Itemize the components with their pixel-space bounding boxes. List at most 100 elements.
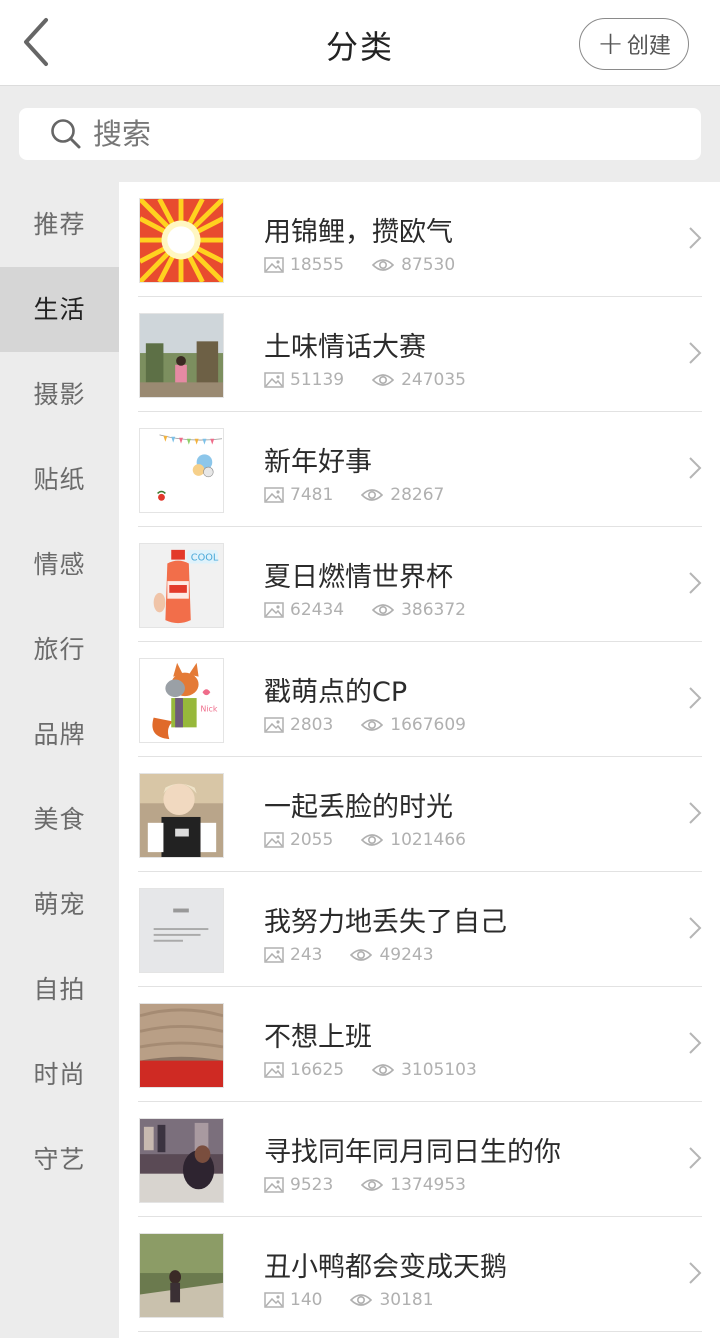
view-count: 386372 <box>401 600 466 620</box>
sidebar-item-photography[interactable]: 摄影 <box>0 352 119 437</box>
image-count: 9523 <box>290 1175 334 1195</box>
topic-title: 用锦鲤，攒欧气 <box>264 217 453 248</box>
topic-stats: 140 30181 <box>264 1290 434 1310</box>
list-item[interactable]: Nick 戳萌点的CP 2803 1667609 <box>119 642 720 757</box>
view-count: 247035 <box>401 370 466 390</box>
topic-stats: 18555 87530 <box>264 255 455 275</box>
topic-list: 用锦鲤，攒欧气 18555 87530 土味情话大赛 51139 247035 … <box>119 182 720 1338</box>
view-count: 30181 <box>379 1290 434 1310</box>
chevron-right-icon <box>689 342 702 364</box>
image-icon <box>264 1177 284 1193</box>
eye-icon <box>350 949 373 961</box>
svg-text:Nick: Nick <box>201 705 218 714</box>
view-count: 87530 <box>401 255 456 275</box>
list-item[interactable]: COOL 夏日燃情世界杯 62434 386372 <box>119 527 720 642</box>
list-item[interactable]: 寻找同年同月同日生的你 9523 1374953 <box>119 1102 720 1217</box>
list-item[interactable]: 用锦鲤，攒欧气 18555 87530 <box>119 182 720 297</box>
sidebar-item-travel[interactable]: 旅行 <box>0 607 119 692</box>
sidebar-item-selfie[interactable]: 自拍 <box>0 947 119 1032</box>
topic-title: 一起丢脸的时光 <box>264 792 453 823</box>
top-bar: 分类 + 创建 <box>0 0 720 86</box>
view-count: 1374953 <box>390 1175 466 1195</box>
list-item[interactable]: 土味情话大赛 51139 247035 <box>119 297 720 412</box>
topic-thumbnail <box>139 198 224 283</box>
view-count: 3105103 <box>401 1060 477 1080</box>
list-item[interactable]: 一起丢脸的时光 2055 1021466 <box>119 757 720 872</box>
topic-title: 夏日燃情世界杯 <box>264 562 453 593</box>
chevron-right-icon <box>689 227 702 249</box>
image-icon <box>264 947 284 963</box>
chevron-right-icon <box>689 1032 702 1054</box>
sidebar-item-brand[interactable]: 品牌 <box>0 692 119 777</box>
sidebar-item-craft[interactable]: 守艺 <box>0 1117 119 1202</box>
topic-stats: 62434 386372 <box>264 600 466 620</box>
list-item[interactable]: 不想上班 16625 3105103 <box>119 987 720 1102</box>
image-count: 140 <box>290 1290 323 1310</box>
list-item[interactable]: 新年好事 7481 28267 <box>119 412 720 527</box>
image-icon <box>264 1062 284 1078</box>
image-icon <box>264 257 284 273</box>
topic-thumbnail <box>139 313 224 398</box>
topic-thumbnail <box>139 428 224 513</box>
topic-thumbnail <box>139 1003 224 1088</box>
topic-stats: 2803 1667609 <box>264 715 466 735</box>
image-icon <box>264 487 284 503</box>
chevron-right-icon <box>689 802 702 824</box>
image-icon <box>264 832 284 848</box>
list-item[interactable]: 我努力地丢失了自己 243 49243 <box>119 872 720 987</box>
sidebar-item-emotion[interactable]: 情感 <box>0 522 119 607</box>
search-input[interactable] <box>93 117 653 151</box>
eye-icon <box>361 834 384 846</box>
sidebar-item-food[interactable]: 美食 <box>0 777 119 862</box>
image-count: 51139 <box>290 370 345 390</box>
create-button[interactable]: + 创建 <box>579 18 689 70</box>
view-count: 1021466 <box>390 830 466 850</box>
topic-title: 新年好事 <box>264 447 372 478</box>
topic-title: 土味情话大赛 <box>264 332 426 363</box>
sidebar-item-fashion[interactable]: 时尚 <box>0 1032 119 1117</box>
chevron-right-icon <box>689 457 702 479</box>
image-count: 2803 <box>290 715 334 735</box>
topic-stats: 7481 28267 <box>264 485 444 505</box>
eye-icon <box>361 1179 384 1191</box>
sidebar-item-recommend[interactable]: 推荐 <box>0 182 119 267</box>
eye-icon <box>372 1064 395 1076</box>
topic-thumbnail <box>139 1233 224 1318</box>
topic-title: 不想上班 <box>264 1022 372 1053</box>
sidebar-item-stickers[interactable]: 贴纸 <box>0 437 119 522</box>
topic-stats: 243 49243 <box>264 945 434 965</box>
topic-stats: 9523 1374953 <box>264 1175 466 1195</box>
view-count: 28267 <box>390 485 445 505</box>
eye-icon <box>350 1294 373 1306</box>
chevron-right-icon <box>689 1262 702 1284</box>
topic-thumbnail <box>139 773 224 858</box>
view-count: 1667609 <box>390 715 466 735</box>
eye-icon <box>372 259 395 271</box>
chevron-right-icon <box>689 917 702 939</box>
image-count: 243 <box>290 945 323 965</box>
chevron-right-icon <box>689 687 702 709</box>
topic-title: 寻找同年同月同日生的你 <box>264 1137 561 1168</box>
image-count: 7481 <box>290 485 334 505</box>
sidebar-item-life[interactable]: 生活 <box>0 267 119 352</box>
image-icon <box>264 602 284 618</box>
chevron-right-icon <box>689 572 702 594</box>
topic-thumbnail <box>139 1118 224 1203</box>
image-count: 62434 <box>290 600 345 620</box>
topic-title: 我努力地丢失了自己 <box>264 907 507 938</box>
eye-icon <box>361 489 384 501</box>
view-count: 49243 <box>379 945 434 965</box>
topic-thumbnail: COOL <box>139 543 224 628</box>
topic-title: 戳萌点的CP <box>264 677 408 708</box>
search-bar[interactable] <box>19 108 701 160</box>
topic-thumbnail <box>139 888 224 973</box>
search-icon <box>51 119 81 149</box>
list-item[interactable]: 丑小鸭都会变成天鹅 140 30181 <box>119 1217 720 1332</box>
chevron-right-icon <box>689 1147 702 1169</box>
svg-text:COOL: COOL <box>191 553 219 564</box>
create-label: 创建 <box>626 34 671 59</box>
image-count: 18555 <box>290 255 345 275</box>
sidebar-item-pets[interactable]: 萌宠 <box>0 862 119 947</box>
image-count: 2055 <box>290 830 334 850</box>
image-icon <box>264 717 284 733</box>
